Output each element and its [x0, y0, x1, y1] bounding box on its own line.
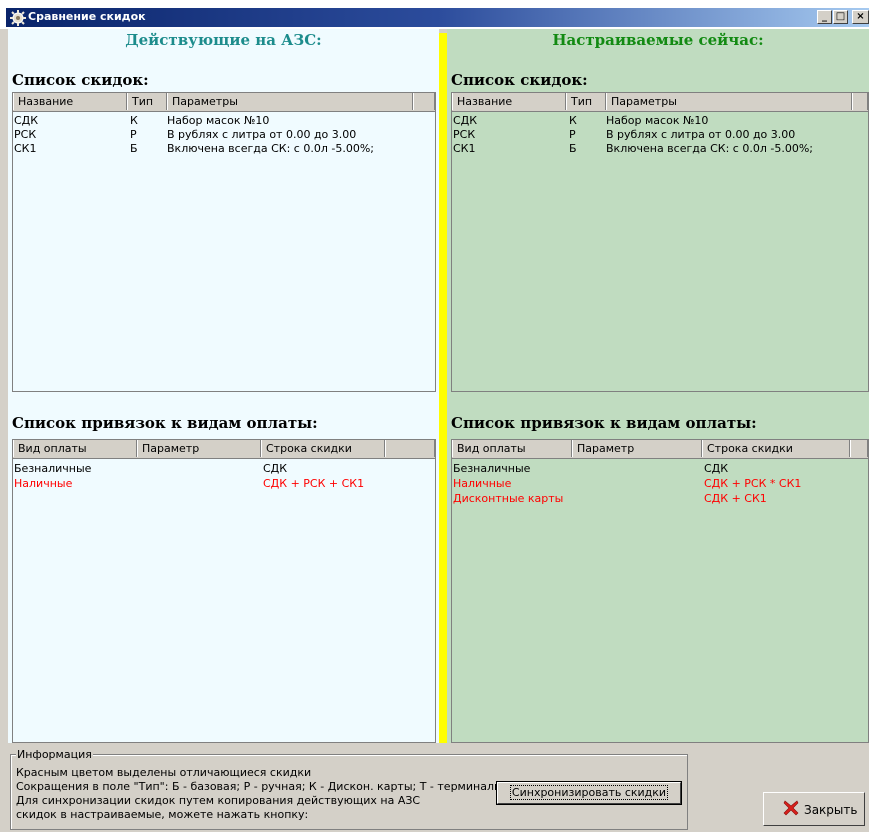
column-header-params[interactable]: Параметры [606, 93, 852, 110]
table-row[interactable]: Безналичные СДК [13, 462, 435, 475]
table-row[interactable]: Безналичные СДК [452, 462, 868, 475]
cell-name: СК1 [14, 142, 37, 155]
cell-params: Набор масок №10 [606, 114, 709, 127]
discounts-list-title: Список скидок: [12, 71, 149, 89]
cell-name: СДК [453, 114, 478, 127]
cell-params: Включена всегда СК: с 0.0л -5.00%; [606, 142, 813, 155]
red-x-icon [783, 800, 799, 816]
cell-discount-line: СДК + РСК * СК1 [704, 477, 802, 490]
maximize-icon: □ [835, 11, 846, 22]
column-header-name[interactable]: Название [452, 93, 566, 110]
table-row[interactable]: РСК Р В рублях с литра от 0.00 до 3.00 [13, 128, 435, 141]
close-button[interactable]: Закрыть [763, 792, 865, 826]
column-header-discount-line[interactable]: Строка скидки [261, 440, 385, 457]
column-header-spacer [850, 440, 868, 457]
minimize-icon: _ [822, 11, 827, 22]
column-header-param[interactable]: Параметр [137, 440, 261, 457]
info-line: Для синхронизации скидок путем копирован… [16, 794, 421, 807]
column-header-type[interactable]: Тип [566, 93, 606, 110]
list-header: Название Тип Параметры [452, 93, 868, 112]
cell-payment: Дисконтные карты [453, 492, 564, 505]
column-header-name[interactable]: Название [13, 93, 127, 110]
table-row[interactable]: Наличные СДК + РСК + СК1 [13, 477, 435, 490]
cell-type: К [569, 114, 577, 127]
cell-discount-line: СДК [263, 462, 288, 475]
panel-heading: Настраиваемые сейчас: [552, 31, 764, 49]
bindings-list[interactable]: Вид оплаты Параметр Строка скидки Безнал… [451, 439, 869, 743]
cell-type: Б [130, 142, 138, 155]
panel-divider [439, 33, 447, 743]
column-header-spacer [413, 93, 435, 110]
table-row[interactable]: СК1 Б Включена всегда СК: с 0.0л -5.00%; [13, 142, 435, 155]
table-row[interactable]: Дисконтные карты СДК + СК1 [452, 492, 868, 505]
close-button-label: Закрыть [804, 803, 858, 817]
cell-params: Включена всегда СК: с 0.0л -5.00%; [167, 142, 374, 155]
maximize-button[interactable]: □ [833, 10, 848, 24]
bindings-list-title: Список привязок к видам оплаты: [12, 414, 318, 432]
configured-discounts-panel: Настраиваемые сейчас: Список скидок: Наз… [447, 29, 869, 743]
minimize-button[interactable]: _ [817, 10, 832, 24]
cell-type: Р [130, 128, 137, 141]
column-header-spacer [385, 440, 435, 457]
info-line: скидок в настраиваемые, можете нажать кн… [16, 808, 309, 821]
column-header-payment[interactable]: Вид оплаты [452, 440, 572, 457]
column-header-payment[interactable]: Вид оплаты [13, 440, 137, 457]
bindings-list-title: Список привязок к видам оплаты: [451, 414, 757, 432]
info-line: Красным цветом выделены отличающиеся ски… [16, 766, 312, 779]
cell-name: СК1 [453, 142, 476, 155]
window-title: Сравнение скидок [28, 10, 146, 23]
info-legend: Информация [16, 748, 93, 761]
cell-discount-line: СДК + РСК + СК1 [263, 477, 365, 490]
discounts-list[interactable]: Название Тип Параметры СДК К Набор масок… [12, 92, 436, 392]
gear-icon [10, 10, 26, 26]
table-row[interactable]: РСК Р В рублях с литра от 0.00 до 3.00 [452, 128, 868, 141]
cell-payment: Безналичные [453, 462, 531, 475]
cell-payment: Наличные [14, 477, 73, 490]
sync-button-label: Синхронизировать скидки [509, 785, 669, 800]
close-window-button[interactable]: × [852, 10, 869, 24]
cell-discount-line: СДК [704, 462, 729, 475]
column-header-discount-line[interactable]: Строка скидки [702, 440, 850, 457]
info-line: Сокращения в поле "Тип": Б - базовая; Р … [16, 780, 522, 793]
column-header-spacer [852, 93, 868, 110]
cell-params: Набор масок №10 [167, 114, 270, 127]
cell-name: СДК [14, 114, 39, 127]
list-header: Вид оплаты Параметр Строка скидки [452, 440, 868, 459]
table-row[interactable]: Наличные СДК + РСК * СК1 [452, 477, 868, 490]
list-header: Вид оплаты Параметр Строка скидки [13, 440, 435, 459]
cell-discount-line: СДК + СК1 [704, 492, 767, 505]
column-header-type[interactable]: Тип [127, 93, 167, 110]
cell-params: В рублях с литра от 0.00 до 3.00 [167, 128, 357, 141]
table-row[interactable]: СДК К Набор масок №10 [452, 114, 868, 127]
column-header-param[interactable]: Параметр [572, 440, 702, 457]
panel-heading: Действующие на АЗС: [125, 31, 322, 49]
list-header: Название Тип Параметры [13, 93, 435, 112]
active-discounts-panel: Действующие на АЗС: Список скидок: Назва… [8, 29, 439, 743]
close-icon: × [856, 11, 865, 22]
cell-name: РСК [453, 128, 476, 141]
cell-params: В рублях с литра от 0.00 до 3.00 [606, 128, 796, 141]
discounts-list[interactable]: Название Тип Параметры СДК К Набор масок… [451, 92, 869, 392]
cell-payment: Наличные [453, 477, 512, 490]
discounts-list-title: Список скидок: [451, 71, 588, 89]
sync-discounts-button[interactable]: Синхронизировать скидки [496, 781, 682, 805]
title-bar: Сравнение скидок _ □ × [0, 0, 869, 29]
cell-payment: Безналичные [14, 462, 92, 475]
table-row[interactable]: СК1 Б Включена всегда СК: с 0.0л -5.00%; [452, 142, 868, 155]
cell-type: К [130, 114, 138, 127]
cell-name: РСК [14, 128, 37, 141]
table-row[interactable]: СДК К Набор масок №10 [13, 114, 435, 127]
column-header-params[interactable]: Параметры [167, 93, 413, 110]
cell-type: Р [569, 128, 576, 141]
bindings-list[interactable]: Вид оплаты Параметр Строка скидки Безнал… [12, 439, 436, 743]
cell-type: Б [569, 142, 577, 155]
